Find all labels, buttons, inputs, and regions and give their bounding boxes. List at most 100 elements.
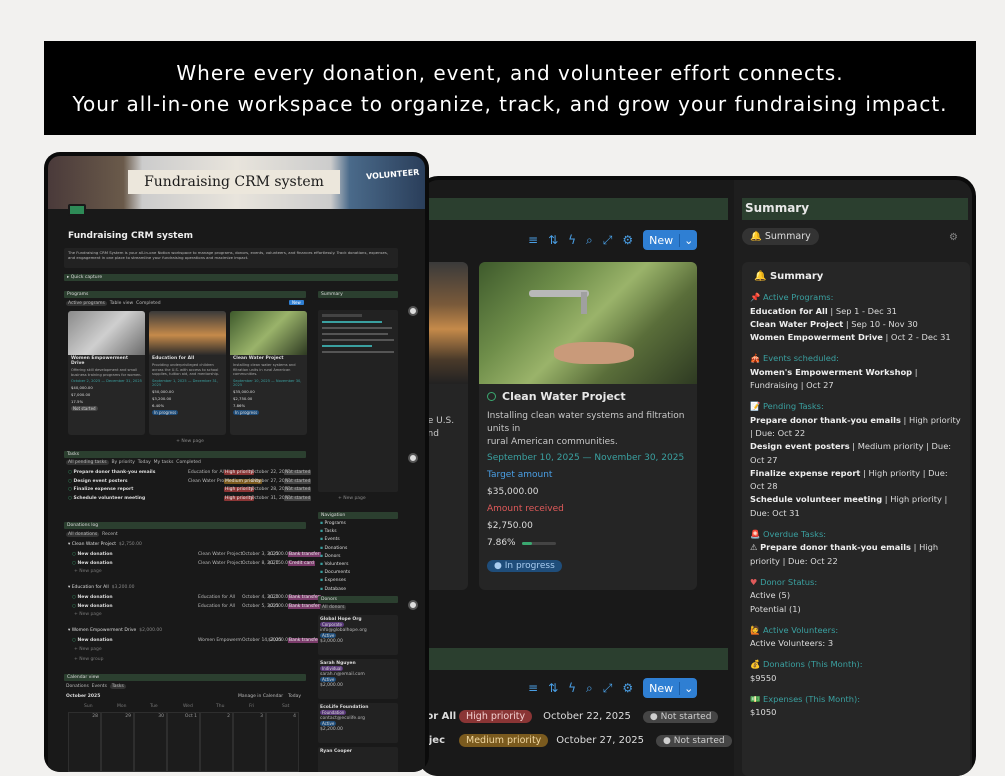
tab-completed[interactable]: Completed [176, 460, 201, 465]
nav-item-events[interactable]: ▪ Events [320, 537, 340, 542]
summary-item[interactable]: Design event posters | Medium priority |… [750, 440, 962, 467]
search-icon[interactable]: ⌕ [586, 233, 593, 248]
lightning-icon[interactable]: ϟ [568, 233, 576, 247]
summary-tab[interactable]: 🔔 Summary [742, 228, 819, 245]
summary-item[interactable]: Finalize expense report | High priority … [750, 467, 962, 494]
donation-group[interactable]: ▾ Clean Water Project $2,750.00 [68, 542, 142, 547]
donor-card[interactable]: EcoLife Foundation Foundation contact@ec… [318, 703, 398, 743]
tab-table-view[interactable]: Table view [110, 301, 133, 306]
summary-item[interactable]: Clean Water Project | Sep 10 - Nov 30 [750, 318, 962, 331]
payment-method-badge: Credit card [288, 560, 315, 566]
tab-today[interactable]: Today [138, 460, 151, 465]
calendar-day[interactable]: 2 [200, 712, 233, 772]
donor-card[interactable]: Global Hope Org Corporate info@globalhop… [318, 615, 398, 655]
nav-item-expenses[interactable]: ▪ Expenses [320, 578, 346, 583]
tab-completed[interactable]: Completed [136, 301, 161, 306]
summary-item[interactable]: Schedule volunteer meeting | High priori… [750, 493, 962, 520]
program-card[interactable]: Education for All Providing underprivile… [149, 311, 226, 435]
donation-program: Education for All [198, 595, 236, 600]
donor-card[interactable]: Sarah Nguyen Individual sarah.n@email.co… [318, 659, 398, 699]
volunteers-heading: 🙋 Active Volunteers: [750, 624, 839, 635]
settings-icon[interactable]: ⚙ [949, 232, 958, 243]
task-row[interactable]: ○ Prepare donor thank-you emails [68, 470, 155, 475]
new-button[interactable]: New ⌄ [643, 678, 698, 698]
search-icon[interactable]: ⌕ [586, 681, 593, 696]
nav-item-database[interactable]: ▪ Database [320, 587, 346, 592]
tab-my-tasks[interactable]: My tasks [154, 460, 174, 465]
calendar-day[interactable]: 3 [233, 712, 266, 772]
calendar-day[interactable]: 29 [101, 712, 134, 772]
new-page-button[interactable]: + New page [74, 647, 102, 652]
tab-active-programs[interactable]: Active programs [66, 301, 107, 306]
donation-group[interactable]: ▾ Education for All $3,200.00 [68, 585, 135, 590]
summary-item: $1050 [750, 707, 777, 718]
nav-item-tasks[interactable]: ▪ Tasks [320, 529, 337, 534]
new-page-button[interactable]: + New page [338, 496, 366, 501]
chevron-down-icon[interactable]: ⌄ [679, 681, 697, 695]
manage-calendar-button[interactable]: Manage in Calendar [238, 694, 283, 699]
new-page-button[interactable]: + New page [90, 439, 290, 444]
new-group-button[interactable]: + New group [74, 657, 104, 662]
nav-item-donations[interactable]: ▪ Donations [320, 546, 347, 551]
tab-all-pending[interactable]: All pending tasks [66, 460, 109, 465]
nav-item-programs[interactable]: ▪ Programs [320, 521, 346, 526]
donor-card[interactable]: Ryan Cooper [318, 747, 398, 772]
nav-item-volunteers[interactable]: ▪ Volunteers [320, 562, 348, 567]
quick-capture-toggle[interactable]: ▸ Quick capture [64, 274, 398, 281]
summary-item[interactable]: Education for All | Sep 1 - Dec 31 [750, 305, 962, 318]
program-photo [149, 311, 226, 355]
donation-row[interactable]: ○ New donation [72, 552, 113, 557]
program-card-clean-water[interactable]: Clean Water Project Installing clean wat… [479, 262, 697, 590]
new-page-button[interactable]: + New page [74, 569, 102, 574]
lightning-icon[interactable]: ϟ [568, 681, 576, 695]
tab-all-donors[interactable]: All donors [320, 605, 347, 610]
tab-tasks[interactable]: Tasks [109, 684, 126, 689]
new-button[interactable]: New ⌄ [643, 230, 698, 250]
expand-icon[interactable]: ⤢ [603, 233, 613, 248]
task-row[interactable]: ○ Finalize expense report [68, 487, 133, 492]
tab-donations[interactable]: Donations [66, 684, 89, 689]
resize-handle[interactable] [408, 306, 418, 316]
new-button[interactable]: New [289, 300, 304, 305]
summary-item[interactable]: Prepare donor thank-you emails | High pr… [750, 414, 962, 441]
program-card[interactable]: Clean Water Project Installing clean wat… [230, 311, 307, 435]
calendar-day[interactable]: 4 [266, 712, 299, 772]
expand-icon[interactable]: ⤢ [603, 681, 613, 696]
donation-row[interactable]: ○ New donation [72, 561, 113, 566]
calendar-day[interactable]: 28 [68, 712, 101, 772]
received-value: $2,750.00 [233, 395, 253, 401]
summary-item[interactable]: ⚠ Prepare donor thank-you emails | High … [750, 541, 962, 568]
tab-recent[interactable]: Recent [102, 532, 118, 537]
filter-icon[interactable]: ≡ [528, 681, 538, 695]
task-row[interactable]: for All High priority October 22, 2025 ●… [422, 710, 719, 723]
tab-all-donations[interactable]: All donations [66, 532, 100, 537]
status-badge: Not started [284, 470, 312, 475]
task-row[interactable]: ○ Design event posters [68, 479, 128, 484]
task-row[interactable]: ○ Schedule volunteer meeting [68, 496, 145, 501]
chevron-down-icon[interactable]: ⌄ [679, 233, 697, 247]
donation-row[interactable]: ○ New donation [72, 595, 113, 600]
nav-item-donors[interactable]: ▪ Donors [320, 554, 341, 559]
program-card[interactable]: Women Empowerment Drive Offering skill d… [68, 311, 145, 435]
task-row[interactable]: ojec Medium priority October 27, 2025 ● … [422, 734, 732, 747]
sort-icon[interactable]: ⇅ [548, 681, 558, 695]
new-page-button[interactable]: + New page [74, 612, 102, 617]
filter-icon[interactable]: ≡ [528, 233, 538, 247]
settings-icon[interactable]: ⚙ [622, 681, 633, 695]
nav-item-documents[interactable]: ▪ Documents [320, 570, 350, 575]
summary-item[interactable]: Women Empowerment Drive | Oct 2 - Dec 31 [750, 331, 962, 344]
tab-by-priority[interactable]: By priority [111, 460, 134, 465]
tab-events[interactable]: Events [92, 684, 107, 689]
sort-icon[interactable]: ⇅ [548, 233, 558, 247]
resize-handle[interactable] [408, 600, 418, 610]
donation-group[interactable]: ▾ Women Empowerment Drive $2,000.00 [68, 628, 162, 633]
resize-handle[interactable] [408, 453, 418, 463]
summary-item[interactable]: Women's Empowerment Workshop | Fundraisi… [750, 366, 962, 393]
settings-icon[interactable]: ⚙ [622, 233, 633, 247]
weekday-label: Mon [117, 704, 127, 709]
donation-row[interactable]: ○ New donation [72, 604, 113, 609]
today-button[interactable]: Today [288, 694, 301, 699]
donation-row[interactable]: ○ New donation [72, 638, 113, 643]
calendar-day[interactable]: 30 [134, 712, 167, 772]
calendar-day[interactable]: Oct 1 [167, 712, 200, 772]
